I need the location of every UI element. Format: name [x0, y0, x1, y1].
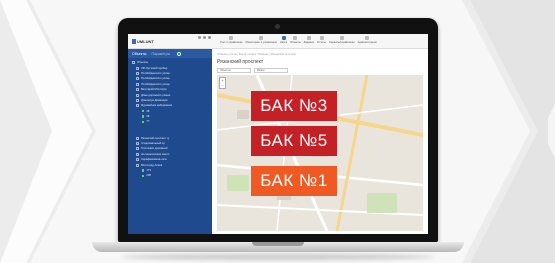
- sidebar: Объекты Параметры Объекты VIP-Кустовой пр…: [128, 49, 212, 234]
- breadcrumb: Объекты учета / Карта / Карта / Районы /…: [217, 52, 297, 56]
- app-topbar: UMLUNT Учет и управление Мониторинг и уп…: [128, 34, 428, 49]
- checkbox-icon[interactable]: [136, 163, 139, 167]
- status-dot-icon: [142, 174, 145, 178]
- menu-item-objects[interactable]: Объекты: [290, 36, 301, 44]
- tree-item-label: Серафимовича-окта: [141, 158, 167, 162]
- checkbox-icon[interactable]: [136, 66, 139, 70]
- tree-item-label: 238: [146, 174, 151, 178]
- checkbox-icon[interactable]: [136, 142, 139, 146]
- sidebar-tabs: Объекты Параметры: [128, 49, 212, 58]
- menu-item-monitoring[interactable]: Мониторинг и управление: [246, 36, 277, 44]
- tree-item-label: VIP-Кустовой прибор: [141, 66, 168, 70]
- checkbox-icon[interactable]: [136, 93, 139, 97]
- tree-item-label: 68: [146, 115, 150, 119]
- status-dot-icon: [142, 120, 145, 124]
- checkbox-icon[interactable]: [136, 152, 139, 156]
- status-dot-icon: [142, 169, 145, 172]
- objects-icon: [293, 36, 298, 40]
- checkbox-icon[interactable]: [136, 88, 139, 92]
- tree-item-label: 28: [146, 109, 150, 113]
- menu-item-reports[interactable]: Отчеты: [317, 36, 326, 44]
- object-tree: Объекты VIP-Кустовой прибор По-Мойдинского…: [128, 58, 212, 179]
- checkbox-icon[interactable]: [136, 77, 139, 81]
- main-menu: Учет и управление Мониторинг и управлени…: [220, 36, 377, 44]
- menu-label: Учет и управление: [220, 41, 243, 44]
- tree-item-label: Доме дорожного ремни: [141, 93, 171, 97]
- tank-badge-5[interactable]: БАК №5: [251, 126, 337, 156]
- checkbox-icon[interactable]: [136, 71, 139, 75]
- laptop-shadow: [122, 254, 434, 260]
- tree-item-label: По-Мойдинского улице: [141, 82, 170, 86]
- tab-parameters[interactable]: Параметры: [151, 52, 170, 56]
- accounting-icon: [229, 36, 234, 40]
- app-logo[interactable]: UMLUNT: [132, 38, 154, 44]
- tree-item-label: 77: [146, 120, 150, 124]
- tree-item-label: Доминиум Доминиум: [141, 98, 168, 102]
- services-icon: [339, 36, 344, 40]
- tree-item-label: На пересечение многл: [141, 152, 170, 156]
- settings-icon[interactable]: [203, 36, 206, 39]
- zoom-out-button[interactable]: −: [220, 83, 225, 88]
- tree-item-label: По-Мойдинского улице: [141, 71, 170, 75]
- map-icon: [281, 36, 286, 40]
- tab-objects[interactable]: Объекты: [132, 52, 146, 56]
- menu-label: Объекты: [290, 41, 301, 44]
- tree-item-label: 173: [146, 169, 151, 172]
- search-icon[interactable]: [177, 51, 182, 56]
- laptop-notch: [252, 242, 304, 246]
- tree-item-label: Тополевки дорожный: [141, 147, 168, 151]
- zoom-control[interactable]: + −: [219, 77, 226, 89]
- checkbox-icon[interactable]: [136, 104, 139, 108]
- page-title: Рязанский проспект: [217, 59, 264, 65]
- tank-badge-1[interactable]: БАК №1: [251, 166, 337, 196]
- tree-item-label: Волгоград-Ахиев: [141, 163, 163, 167]
- menu-item-services[interactable]: Сервисы/управление: [329, 36, 355, 44]
- menu-item-tasks[interactable]: Задания: [304, 36, 314, 44]
- tree-item-label: Объекты: [137, 61, 149, 65]
- tasks-icon: [306, 36, 311, 40]
- toolbar-icons: [198, 36, 211, 39]
- menu-label: Карта: [280, 41, 288, 44]
- status-dot-icon: [142, 110, 145, 113]
- menu-item-accounting[interactable]: Учет и управление: [220, 36, 243, 44]
- checkbox-icon[interactable]: [136, 158, 139, 162]
- tree-item-label: Муравейник набережная: [141, 104, 173, 108]
- checkbox-icon[interactable]: [132, 61, 135, 65]
- tree-item-label: Вегетарий Мотоотра: [141, 88, 167, 92]
- tree-item-label: Стадиональный пр: [141, 142, 165, 146]
- tree-item[interactable]: 238: [128, 173, 212, 178]
- camera-icon: [275, 24, 280, 29]
- menu-item-admin[interactable]: Администрация: [358, 36, 377, 44]
- menu-label: Сервисы/управление: [328, 41, 355, 44]
- menu-item-map[interactable]: Карта: [280, 36, 287, 44]
- admin-icon: [365, 36, 370, 40]
- menu-label: Администрация: [357, 41, 377, 44]
- tree-item-label: По-Мойдинского улице: [141, 77, 170, 81]
- filters: Объекты Район: [217, 68, 288, 73]
- logo-text: UMLUNT: [137, 38, 154, 44]
- checkbox-icon[interactable]: [136, 136, 139, 140]
- checkbox-icon[interactable]: [136, 82, 139, 86]
- status-dot-icon: [142, 115, 145, 118]
- menu-label: Мониторинг и управление: [245, 41, 278, 44]
- checkbox-icon[interactable]: [136, 147, 139, 151]
- monitoring-icon: [259, 36, 264, 40]
- menu-label: Задания: [303, 41, 315, 44]
- menu-label: Отчеты: [317, 41, 326, 44]
- checkbox-icon[interactable]: [136, 98, 139, 102]
- user-icon[interactable]: [198, 36, 201, 39]
- district-filter[interactable]: Район: [254, 68, 288, 73]
- tank-badge-3[interactable]: БАК №3: [251, 91, 337, 121]
- reports-icon: [319, 36, 324, 40]
- objects-filter[interactable]: Объекты: [217, 68, 251, 73]
- logo-icon: [132, 38, 136, 44]
- tree-item-label: Рязанский проспект ту: [141, 136, 170, 140]
- logout-icon[interactable]: [208, 36, 211, 39]
